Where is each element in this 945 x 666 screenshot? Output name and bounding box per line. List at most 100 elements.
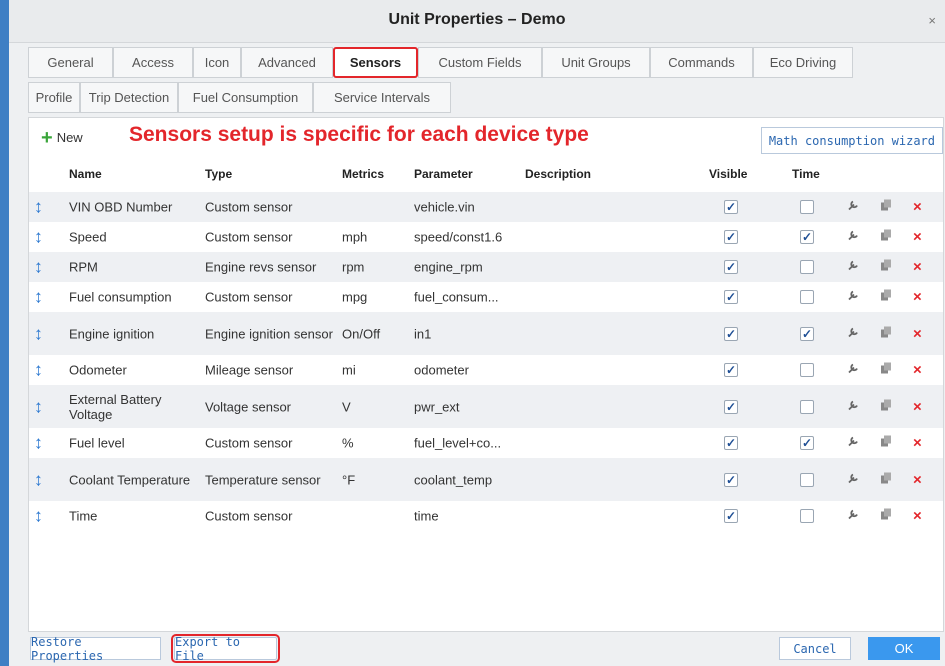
time-checkbox[interactable] — [800, 290, 814, 304]
time-checkbox[interactable] — [800, 399, 814, 414]
copy-icon[interactable] — [881, 362, 892, 378]
delete-icon[interactable]: × — [913, 326, 922, 341]
tab-access[interactable]: Access — [113, 47, 193, 78]
drag-handle-icon[interactable]: ↕ — [34, 507, 43, 525]
drag-handle-icon[interactable]: ↕ — [34, 470, 43, 488]
sensor-parameter: engine_rpm — [414, 259, 483, 275]
tab-commands[interactable]: Commands — [650, 47, 753, 78]
drag-handle-icon[interactable]: ↕ — [34, 198, 43, 216]
copy-icon[interactable] — [881, 472, 892, 487]
copy-icon[interactable] — [881, 399, 892, 414]
tab-custom-fields[interactable]: Custom Fields — [418, 47, 542, 78]
sensor-metrics: V — [342, 399, 351, 414]
math-consumption-wizard-button[interactable]: Math consumption wizard — [760, 127, 943, 154]
wrench-icon[interactable] — [847, 326, 859, 341]
copy-icon[interactable] — [881, 259, 892, 275]
sensor-parameter: fuel_consum... — [414, 289, 499, 305]
sensor-type: Temperature sensor — [205, 472, 321, 487]
delete-icon[interactable]: × — [913, 436, 922, 451]
drag-handle-icon[interactable]: ↕ — [34, 324, 43, 342]
drag-handle-icon[interactable]: ↕ — [34, 228, 43, 246]
copy-icon[interactable] — [881, 435, 892, 451]
header-name: Name — [69, 167, 102, 181]
drag-handle-icon[interactable]: ↕ — [34, 258, 43, 276]
drag-handle-icon[interactable]: ↕ — [34, 288, 43, 306]
tab-icon[interactable]: Icon — [193, 47, 241, 78]
visible-checkbox[interactable]: ✓ — [724, 290, 738, 304]
cancel-button[interactable]: Cancel — [779, 637, 851, 660]
tab-advanced[interactable]: Advanced — [241, 47, 333, 78]
wrench-icon[interactable] — [847, 436, 859, 451]
wrench-icon[interactable] — [847, 260, 859, 275]
copy-icon[interactable] — [881, 199, 892, 215]
visible-checkbox[interactable]: ✓ — [724, 472, 738, 487]
table-row[interactable]: ↕ Engine ignition Engine ignition sensor On… — [29, 312, 943, 355]
table-row[interactable]: ↕ Odometer Mileage sensor mi odometer ✓ × — [29, 355, 943, 385]
table-row[interactable]: ↕ Time Custom sensor time ✓ × — [29, 501, 943, 531]
restore-properties-button[interactable]: Restore Properties — [30, 635, 161, 663]
wrench-icon[interactable] — [847, 509, 859, 524]
tab-profile[interactable]: Profile — [28, 82, 80, 113]
copy-icon[interactable] — [881, 326, 892, 341]
sensor-metrics: % — [342, 435, 354, 451]
visible-checkbox[interactable]: ✓ — [724, 399, 738, 414]
tab-sensors[interactable]: Sensors — [333, 47, 418, 78]
visible-checkbox[interactable]: ✓ — [724, 200, 738, 214]
sensor-parameter: pwr_ext — [414, 399, 460, 414]
ok-button[interactable]: OK — [868, 637, 940, 660]
tab-service-intervals[interactable]: Service Intervals — [313, 82, 451, 113]
sensor-parameter: fuel_level+co... — [414, 435, 502, 451]
delete-icon[interactable]: × — [913, 472, 922, 487]
tab-unit-groups[interactable]: Unit Groups — [542, 47, 650, 78]
delete-icon[interactable]: × — [913, 509, 922, 524]
visible-checkbox[interactable]: ✓ — [724, 363, 738, 377]
time-checkbox[interactable]: ✓ — [800, 326, 814, 341]
copy-icon[interactable] — [881, 508, 892, 524]
visible-checkbox[interactable]: ✓ — [724, 436, 738, 450]
table-row[interactable]: ↕ External Battery Voltage Voltage sensor V… — [29, 385, 943, 428]
table-row[interactable]: ↕ VIN OBD Number Custom sensor vehicle.vin ✓… — [29, 192, 943, 222]
time-checkbox[interactable] — [800, 472, 814, 487]
table-row[interactable]: ↕ Coolant Temperature Temperature sensor °F… — [29, 458, 943, 501]
tab-eco-driving[interactable]: Eco Driving — [753, 47, 853, 78]
visible-checkbox[interactable]: ✓ — [724, 260, 738, 274]
wrench-icon[interactable] — [847, 399, 859, 414]
delete-icon[interactable]: × — [913, 200, 922, 215]
tab-general[interactable]: General — [28, 47, 113, 78]
copy-icon[interactable] — [881, 289, 892, 305]
table-row[interactable]: ↕ Fuel consumption Custom sensor mpg fuel_co… — [29, 282, 943, 312]
delete-icon[interactable]: × — [913, 290, 922, 305]
time-checkbox[interactable]: ✓ — [800, 436, 814, 450]
close-icon[interactable]: × — [928, 13, 936, 28]
visible-checkbox[interactable]: ✓ — [724, 326, 738, 341]
time-checkbox[interactable] — [800, 363, 814, 377]
wrench-icon[interactable] — [847, 363, 859, 378]
wrench-icon[interactable] — [847, 290, 859, 305]
visible-checkbox[interactable]: ✓ — [724, 230, 738, 244]
export-to-file-button[interactable]: Export to File — [171, 634, 280, 663]
delete-icon[interactable]: × — [913, 399, 922, 414]
tab-fuel-consumption[interactable]: Fuel Consumption — [178, 82, 313, 113]
drag-handle-icon[interactable]: ↕ — [34, 434, 43, 452]
wrench-icon[interactable] — [847, 230, 859, 245]
wrench-icon[interactable] — [847, 472, 859, 487]
delete-icon[interactable]: × — [913, 230, 922, 245]
wrench-icon[interactable] — [847, 200, 859, 215]
new-sensor-button[interactable]: + New — [41, 128, 83, 148]
time-checkbox[interactable] — [800, 509, 814, 523]
drag-handle-icon[interactable]: ↕ — [34, 361, 43, 379]
delete-icon[interactable]: × — [913, 363, 922, 378]
delete-icon[interactable]: × — [913, 260, 922, 275]
new-sensor-label: New — [56, 130, 83, 145]
visible-checkbox[interactable]: ✓ — [724, 509, 738, 523]
table-row[interactable]: ↕ Fuel level Custom sensor% fuel_level+co..… — [29, 428, 943, 458]
time-checkbox[interactable] — [800, 200, 814, 214]
tab-trip-detection[interactable]: Trip Detection — [80, 82, 178, 113]
table-row[interactable]: ↕ Speed Custom sensor mph speed/const1.6 ✓ ✓ × — [29, 222, 943, 252]
sensor-name: RPM — [69, 259, 98, 275]
time-checkbox[interactable] — [800, 260, 814, 274]
drag-handle-icon[interactable]: ↕ — [34, 397, 43, 415]
time-checkbox[interactable]: ✓ — [800, 230, 814, 244]
copy-icon[interactable] — [881, 229, 892, 245]
table-row[interactable]: ↕ RPM Engine revs sensor rpm engine_rpm ✓ × — [29, 252, 943, 282]
